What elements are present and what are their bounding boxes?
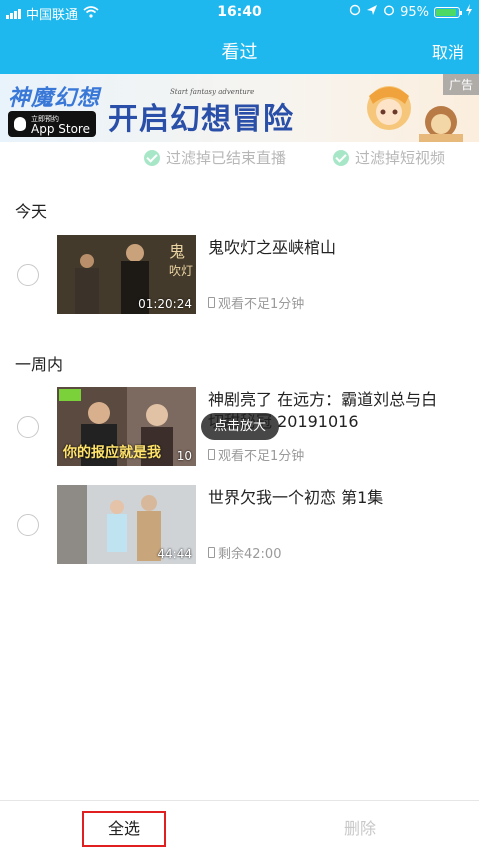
select-all-button[interactable]: 全选	[82, 811, 166, 847]
phone-icon	[208, 297, 215, 308]
rotation-lock-icon	[349, 4, 361, 20]
zoom-tooltip[interactable]: 点击放大	[201, 413, 279, 440]
section-title-week: 一周内	[15, 355, 64, 374]
store-big-text: App Store	[31, 122, 90, 136]
history-item[interactable]: 44:44 世界欠我一个初恋 第1集 剩余42:00	[0, 485, 479, 565]
watch-progress: 观看不足1分钟	[208, 293, 304, 312]
video-thumbnail[interactable]: 你的报应就是我 10	[57, 387, 196, 466]
check-icon	[333, 149, 349, 166]
phone-icon	[208, 547, 215, 558]
filter-label: 过滤掉已结束直播	[166, 149, 287, 167]
banner-headline: 开启幻想冒险	[108, 102, 294, 137]
video-duration: 44:44	[157, 547, 192, 561]
location-icon	[366, 4, 378, 20]
filter-bar: 过滤掉已结束直播 过滤掉短视频	[0, 147, 479, 169]
video-title-line1: 神剧亮了 在远方：霸道刘总与白	[208, 390, 438, 409]
svg-text:鬼: 鬼	[169, 242, 185, 261]
section-title-today: 今天	[15, 202, 48, 221]
svg-text:吹灯: 吹灯	[169, 264, 193, 278]
video-title[interactable]: 世界欠我一个初恋 第1集	[208, 487, 470, 509]
select-radio[interactable]	[17, 416, 39, 438]
history-item[interactable]: 鬼 吹灯 01:20:24 鬼吹灯之巫峡棺山 观看不足1分钟	[0, 235, 479, 315]
watch-progress-text: 剩余42:00	[218, 547, 282, 562]
watch-progress: 剩余42:00	[208, 543, 281, 562]
check-icon	[144, 149, 160, 166]
game-logo: 神魔幻想	[8, 85, 101, 111]
ad-banner[interactable]: 神魔幻想 立即预约 App Store Start fantasy advent…	[0, 74, 479, 142]
cancel-button[interactable]: 取消	[432, 39, 464, 63]
video-duration: 01:20:24	[138, 297, 192, 311]
charging-icon	[465, 4, 473, 20]
video-title[interactable]: 鬼吹灯之巫峡棺山	[208, 237, 470, 259]
video-thumbnail[interactable]: 鬼 吹灯 01:20:24	[57, 235, 196, 314]
video-duration: 10	[176, 449, 192, 463]
app-store-badge[interactable]: 立即预约 App Store	[8, 111, 96, 137]
delete-button[interactable]: 删除	[310, 811, 410, 847]
battery-percent: 95%	[400, 4, 429, 20]
thumbnail-overlay-text: 你的报应就是我	[63, 445, 161, 461]
apple-icon	[14, 117, 26, 131]
status-bar: 中国联通 16:40 95%	[0, 2, 479, 23]
phone-icon	[208, 449, 215, 460]
page-title: 看过	[221, 42, 258, 63]
filter-label: 过滤掉短视频	[355, 149, 446, 167]
bottom-action-bar: 全选 删除	[0, 800, 479, 855]
battery-icon	[434, 6, 462, 18]
filter-ended-live[interactable]: 过滤掉已结束直播	[144, 147, 286, 168]
alarm-icon	[383, 4, 395, 20]
video-thumbnail[interactable]: 44:44	[57, 485, 196, 564]
select-radio[interactable]	[17, 514, 39, 536]
ad-label: 广告	[442, 74, 479, 95]
watch-progress-text: 观看不足1分钟	[218, 449, 305, 464]
filter-short-videos[interactable]: 过滤掉短视频	[333, 147, 445, 168]
watch-progress: 观看不足1分钟	[208, 445, 304, 464]
select-radio[interactable]	[17, 264, 39, 286]
watch-progress-text: 观看不足1分钟	[218, 297, 305, 312]
top-bar: 中国联通 16:40 95% 看过 取消	[0, 0, 479, 74]
